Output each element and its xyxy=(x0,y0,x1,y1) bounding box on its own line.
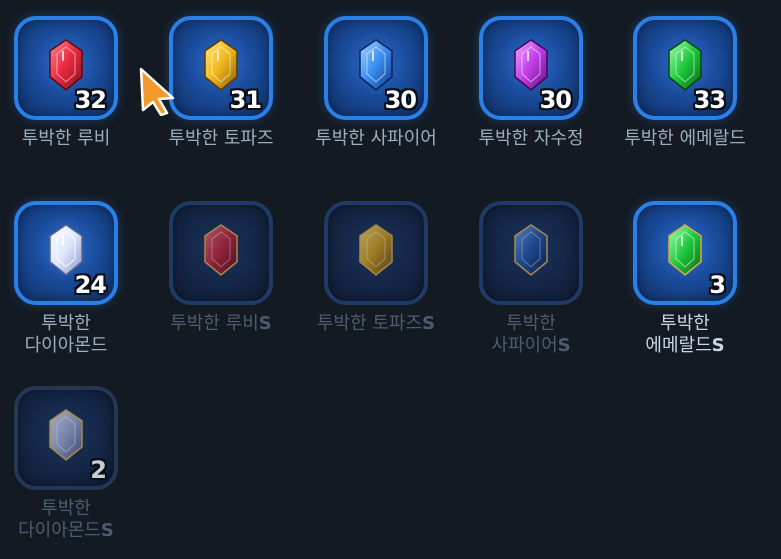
gem-slot-emerald[interactable]: 33 투박한 에메랄드 xyxy=(610,16,760,150)
gem-slot-diamond-s[interactable]: 2 투박한 다이아몬드S xyxy=(0,386,141,542)
item-name: 투박한 다이아몬드 xyxy=(24,313,108,356)
sapphire-gem-icon xyxy=(359,38,393,91)
item-count: 2 xyxy=(90,456,107,484)
item-count: 30 xyxy=(539,86,572,114)
gem-inventory-grid: 32 투박한 루비 31 투박한 토파즈 30 투박한 사파이어 30 투박한 … xyxy=(0,0,781,559)
emerald-gem-icon xyxy=(668,38,702,91)
gem-slot-topaz-s[interactable]: 투박한 토파즈S xyxy=(301,201,451,335)
diamond-gem-icon xyxy=(49,408,83,461)
ruby-gem-icon xyxy=(49,38,83,91)
emerald-gem-icon xyxy=(668,223,702,276)
gem-slot-sapphire[interactable]: 30 투박한 사파이어 xyxy=(301,16,451,150)
item-name: 투박한 토파즈S xyxy=(316,313,436,334)
gem-slot-emerald-s[interactable]: 3 투박한 에메랄드S xyxy=(610,201,760,357)
topaz-gem-icon xyxy=(359,223,393,276)
item-name: 투박한 에메랄드S xyxy=(645,313,725,356)
item-count: 31 xyxy=(229,86,262,114)
gem-slot-frame[interactable]: 32 xyxy=(14,16,118,120)
item-name: 투박한 루비 xyxy=(21,128,111,149)
amethyst-gem-icon xyxy=(514,38,548,91)
gem-slot-amethyst[interactable]: 30 투박한 자수정 xyxy=(456,16,606,150)
diamond-gem-icon xyxy=(49,223,83,276)
gem-slot-frame[interactable]: 33 xyxy=(633,16,737,120)
gem-slot-frame[interactable] xyxy=(324,201,428,305)
item-suffix: S xyxy=(100,520,114,541)
item-name: 투박한 다이아몬드S xyxy=(18,498,114,541)
gem-slot-diamond[interactable]: 24 투박한 다이아몬드 xyxy=(0,201,141,357)
gem-slot-ruby-s[interactable]: 투박한 루비S xyxy=(146,201,296,335)
gem-slot-frame[interactable] xyxy=(169,201,273,305)
item-name: 투박한 토파즈 xyxy=(168,128,274,149)
gem-slot-frame[interactable] xyxy=(479,201,583,305)
item-suffix: S xyxy=(711,335,725,356)
gem-slot-frame[interactable]: 2 xyxy=(14,386,118,490)
item-count: 24 xyxy=(74,271,107,299)
item-name: 투박한 자수정 xyxy=(478,128,584,149)
item-count: 3 xyxy=(709,271,726,299)
gem-slot-frame[interactable]: 3 xyxy=(633,201,737,305)
item-name: 투박한 사파이어 xyxy=(315,128,437,149)
gem-slot-frame[interactable]: 30 xyxy=(479,16,583,120)
item-suffix: S xyxy=(557,335,571,356)
item-count: 32 xyxy=(74,86,107,114)
item-count: 33 xyxy=(693,86,726,114)
gem-slot-frame[interactable]: 24 xyxy=(14,201,118,305)
pointer-arrow-icon xyxy=(137,66,177,117)
ruby-gem-icon xyxy=(204,223,238,276)
item-name: 투박한 에메랄드 xyxy=(624,128,746,149)
gem-slot-sapphire-s[interactable]: 투박한 사파이어S xyxy=(456,201,606,357)
sapphire-gem-icon xyxy=(514,223,548,276)
topaz-gem-icon xyxy=(204,38,238,91)
item-count: 30 xyxy=(384,86,417,114)
gem-slot-frame[interactable]: 31 xyxy=(169,16,273,120)
gem-slot-frame[interactable]: 30 xyxy=(324,16,428,120)
gem-slot-ruby[interactable]: 32 투박한 루비 xyxy=(0,16,141,150)
item-suffix: S xyxy=(422,313,436,334)
item-suffix: S xyxy=(258,313,272,334)
item-name: 투박한 사파이어S xyxy=(491,313,571,356)
item-name: 투박한 루비S xyxy=(170,313,272,334)
